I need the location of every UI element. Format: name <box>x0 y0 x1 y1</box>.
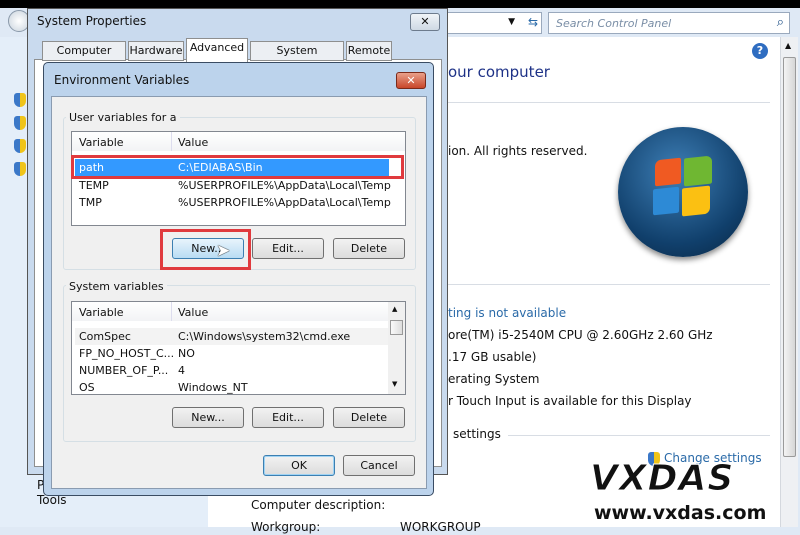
refresh-icon[interactable]: ⇆ <box>528 15 538 29</box>
column-header-value[interactable]: Value <box>178 136 208 149</box>
tab-system-protection[interactable]: System Protection <box>250 41 344 75</box>
search-icon[interactable]: ⌕ <box>777 15 784 30</box>
shield-icon <box>14 116 26 130</box>
environment-variables-dialog: Environment Variables ✕ User variables f… <box>43 62 434 496</box>
divider <box>438 284 770 285</box>
divider <box>438 102 770 103</box>
close-button[interactable]: ✕ <box>396 72 426 89</box>
address-bar[interactable]: ▼ ⇆ <box>445 12 542 34</box>
system-edit-button[interactable]: Edit... <box>252 407 324 428</box>
scrollbar-thumb[interactable] <box>390 320 403 335</box>
shield-icon <box>14 93 26 107</box>
user-delete-button[interactable]: Delete <box>333 238 405 259</box>
annotation-highlight-box <box>71 155 404 179</box>
ok-button[interactable]: OK <box>263 455 335 476</box>
column-header-value[interactable]: Value <box>178 306 208 319</box>
page-title: our computer <box>448 63 550 81</box>
list-row[interactable]: ComSpec C:\Windows\system32\cmd.exe <box>75 328 388 345</box>
close-button[interactable]: ✕ <box>410 13 440 31</box>
list-row[interactable]: OS Windows_NT <box>75 379 388 394</box>
help-icon[interactable]: ? <box>752 43 768 59</box>
list-row[interactable]: TMP %USERPROFILE%\AppData\Local\Temp <box>75 194 391 211</box>
system-variables-list[interactable]: Variable Value ComSpec C:\Windows\system… <box>71 301 406 395</box>
tab-advanced[interactable]: Advanced <box>186 38 248 62</box>
windows-logo <box>618 127 748 257</box>
section-heading: settings <box>453 427 501 441</box>
list-row[interactable]: FP_NO_HOST_C... NO <box>75 345 388 362</box>
cancel-button[interactable]: Cancel <box>343 455 415 476</box>
system-new-button[interactable]: New... <box>172 407 244 428</box>
list-scrollbar[interactable]: ▲ ▼ <box>388 302 405 394</box>
dialog-title: Environment Variables <box>54 73 190 87</box>
list-row[interactable]: NUMBER_OF_P... 4 <box>75 362 388 379</box>
dialog-title: System Properties <box>37 14 147 28</box>
shield-icon <box>14 162 26 176</box>
tab-remote[interactable]: Remote <box>346 41 392 61</box>
watermark-logo: VXDAS www.vxdas.com <box>589 458 767 525</box>
system-delete-button[interactable]: Delete <box>333 407 405 428</box>
search-input[interactable]: Search Control Panel ⌕ <box>548 12 790 34</box>
list-row[interactable]: TEMP %USERPROFILE%\AppData\Local\Temp <box>75 177 391 194</box>
tab-hardware[interactable]: Hardware <box>128 41 184 61</box>
annotation-highlight-box <box>160 229 251 270</box>
rating-link[interactable]: ting is not available <box>448 306 566 320</box>
column-header-variable[interactable]: Variable <box>79 136 124 149</box>
tab-computer-name[interactable]: Computer Name <box>42 41 126 75</box>
scrollbar[interactable]: ▲ <box>780 37 798 527</box>
dropdown-icon[interactable]: ▼ <box>508 17 515 27</box>
shield-icon <box>14 139 26 153</box>
scrollbar-thumb[interactable] <box>783 57 796 457</box>
user-edit-button[interactable]: Edit... <box>252 238 324 259</box>
column-header-variable[interactable]: Variable <box>79 306 124 319</box>
